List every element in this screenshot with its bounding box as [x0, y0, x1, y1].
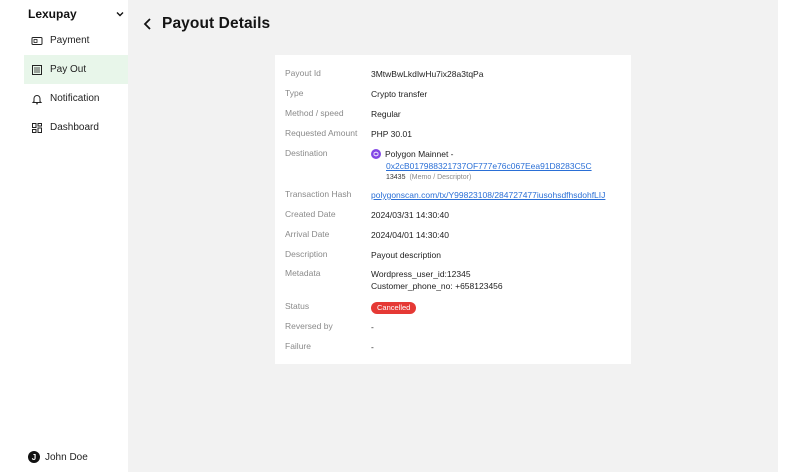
sidebar-item-notification[interactable]: Notification: [24, 84, 128, 113]
amount-value: PHP 30.01: [371, 129, 412, 139]
created-date-value: 2024/03/31 14:30:40: [371, 210, 449, 220]
metadata-line: Wordpress_user_id:12345: [371, 269, 471, 279]
destination-address-link[interactable]: 0x2cB017988321737OF777e76c067Eea91D8283C…: [386, 161, 592, 171]
payout-details-card: Payout Id 3MtwBwLkdIwHu7ix28a3tqPa Type …: [275, 55, 631, 364]
status-value: Cancelled: [371, 301, 417, 314]
sidebar-item-payment[interactable]: Payment: [24, 26, 128, 55]
destination-network: Polygon Mainnet -: [385, 149, 454, 159]
user-name: John Doe: [45, 451, 88, 463]
page-header: Payout Details: [143, 14, 270, 34]
payment-icon: [31, 35, 43, 47]
description-value: Payout description: [371, 250, 441, 260]
method-value: Regular: [371, 109, 401, 119]
brand-name: Lexupay: [28, 7, 77, 21]
avatar: J: [28, 451, 40, 463]
sidebar-item-label: Notification: [50, 93, 100, 104]
detail-label: Reversed by: [285, 321, 333, 331]
detail-label: Destination: [285, 148, 328, 158]
metadata-line: Customer_phone_no: +658123456: [371, 281, 503, 291]
brand-switcher[interactable]: Lexupay: [28, 7, 126, 21]
detail-label: Payout Id: [285, 68, 321, 78]
sidebar-item-label: Pay Out: [50, 64, 87, 75]
back-arrow-icon[interactable]: [143, 14, 155, 34]
failure-value: -: [371, 342, 374, 352]
sidebar-item-dashboard[interactable]: Dashboard: [24, 113, 128, 142]
detail-label: Transaction Hash: [285, 189, 352, 199]
destination-value: Polygon Mainnet - 0x2cB017988321737OF777…: [371, 148, 592, 183]
reversed-value: -: [371, 322, 374, 332]
sidebar-item-label: Dashboard: [50, 122, 99, 133]
chevron-down-icon[interactable]: [114, 8, 126, 20]
right-margin: [778, 0, 802, 472]
type-value: Crypto transfer: [371, 89, 428, 99]
sidebar-item-label: Payment: [50, 35, 90, 46]
detail-label: Description: [285, 249, 328, 259]
destination-memo: 13435 (Memo / Descriptor): [386, 174, 472, 181]
sidebar-item-payout[interactable]: Pay Out: [24, 55, 128, 84]
detail-label: Status: [285, 301, 310, 311]
detail-label: Arrival Date: [285, 229, 330, 239]
detail-label: Metadata: [285, 268, 321, 278]
metadata-value: Wordpress_user_id:12345 Customer_phone_n…: [371, 268, 503, 292]
payout-id-value: 3MtwBwLkdIwHu7ix28a3tqPa: [371, 69, 484, 79]
detail-label: Method / speed: [285, 108, 344, 118]
page-title: Payout Details: [162, 15, 271, 32]
arrival-date-value: 2024/04/01 14:30:40: [371, 230, 449, 240]
bell-icon: [31, 93, 43, 105]
detail-label: Type: [285, 88, 304, 98]
status-badge: Cancelled: [371, 302, 417, 314]
user-profile[interactable]: J John Doe: [28, 451, 88, 463]
dashboard-icon: [31, 122, 43, 134]
polygon-icon: [371, 149, 381, 159]
detail-label: Failure: [285, 341, 311, 351]
tx-hash-link[interactable]: polygonscan.com/tx/Y99823108/284727477iu…: [371, 189, 605, 201]
detail-label: Requested Amount: [285, 128, 358, 138]
payout-icon: [31, 64, 43, 76]
sidebar: Lexupay Payment Pay Out Notification Das…: [0, 0, 128, 472]
detail-label: Created Date: [285, 209, 336, 219]
